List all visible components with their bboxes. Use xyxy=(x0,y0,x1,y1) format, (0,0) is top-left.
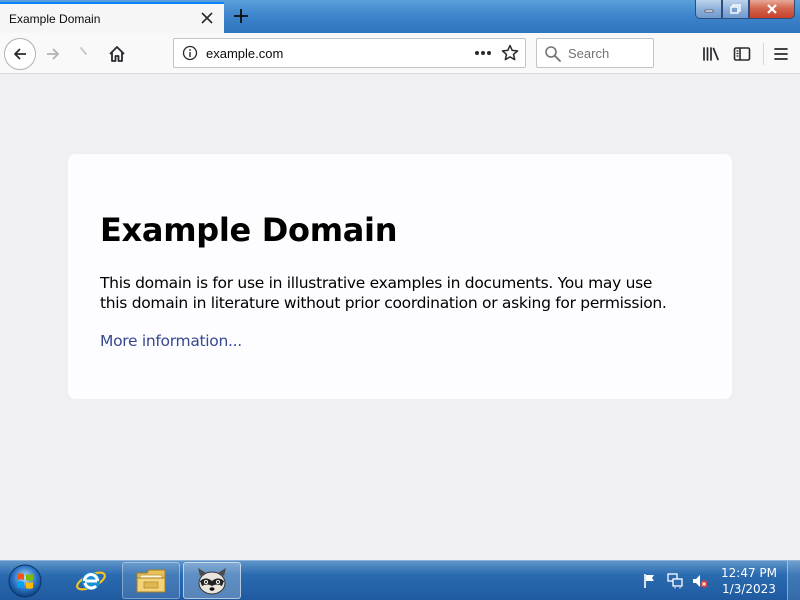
folder-icon xyxy=(136,569,166,592)
menu-button[interactable] xyxy=(768,41,794,67)
library-icon xyxy=(703,47,719,61)
minimize-icon xyxy=(704,9,713,13)
network-icon[interactable] xyxy=(667,573,683,589)
system-tray: 12:47 PM 1/3/2023 xyxy=(636,561,786,600)
close-window-button[interactable] xyxy=(749,0,795,19)
library-button[interactable] xyxy=(698,41,724,67)
bookmark-star-icon[interactable] xyxy=(500,43,520,63)
back-arrow-icon xyxy=(14,48,26,60)
more-information-link[interactable]: More information... xyxy=(100,332,242,350)
search-placeholder: Search xyxy=(568,46,610,61)
toolbar-separator xyxy=(763,43,764,65)
plus-icon xyxy=(234,9,248,23)
clock-time: 12:47 PM xyxy=(721,566,777,580)
taskbar-clock[interactable]: 12:47 PM 1/3/2023 xyxy=(716,565,782,597)
tab-title: Example Domain xyxy=(9,12,101,26)
browser-titlebar: Example Domain xyxy=(0,0,800,33)
maximize-button[interactable] xyxy=(722,0,749,19)
taskbar-app[interactable] xyxy=(183,562,241,599)
content-card: Example Domain This domain is for use in… xyxy=(68,154,732,399)
window-controls xyxy=(695,0,795,19)
restore-icon xyxy=(730,4,741,14)
forward-button[interactable] xyxy=(40,41,66,67)
page-actions-icon[interactable] xyxy=(472,43,494,63)
close-icon xyxy=(767,4,777,14)
windows-start-icon xyxy=(8,564,42,598)
search-icon xyxy=(544,45,562,63)
page-description: This domain is for use in illustrative e… xyxy=(100,274,667,312)
page-title: Example Domain xyxy=(100,211,398,249)
clock-date: 1/3/2023 xyxy=(722,582,776,596)
navigation-toolbar: example.com Search xyxy=(0,33,800,74)
volume-muted-icon[interactable] xyxy=(692,573,708,589)
forward-arrow-icon xyxy=(47,48,59,60)
search-input[interactable]: Search xyxy=(536,38,654,68)
taskbar-file-explorer[interactable] xyxy=(122,562,180,599)
tab-example-domain[interactable]: Example Domain xyxy=(0,2,224,33)
home-button[interactable] xyxy=(104,41,130,67)
start-button[interactable] xyxy=(5,562,45,600)
new-tab-button[interactable] xyxy=(229,5,253,27)
page-viewport: Example Domain This domain is for use in… xyxy=(0,74,800,560)
raccoon-app-icon xyxy=(198,567,226,594)
minimize-button[interactable] xyxy=(695,0,722,19)
info-icon[interactable] xyxy=(182,45,198,61)
url-bar[interactable]: example.com xyxy=(173,38,526,68)
tab-close-icon[interactable] xyxy=(198,9,216,27)
url-text[interactable]: example.com xyxy=(206,46,283,61)
taskbar-internet-explorer[interactable] xyxy=(62,562,120,599)
show-desktop-button[interactable] xyxy=(787,561,800,600)
action-center-flag-icon[interactable] xyxy=(642,573,658,589)
internet-explorer-icon xyxy=(76,571,106,590)
taskbar: 12:47 PM 1/3/2023 xyxy=(0,560,800,600)
hamburger-menu-icon xyxy=(774,48,788,60)
sidebar-icon xyxy=(733,47,751,61)
back-button[interactable] xyxy=(4,38,36,70)
reload-button[interactable] xyxy=(70,41,96,67)
home-icon xyxy=(109,46,125,62)
reload-icon xyxy=(80,47,87,55)
sidebar-toggle-button[interactable] xyxy=(729,41,755,67)
